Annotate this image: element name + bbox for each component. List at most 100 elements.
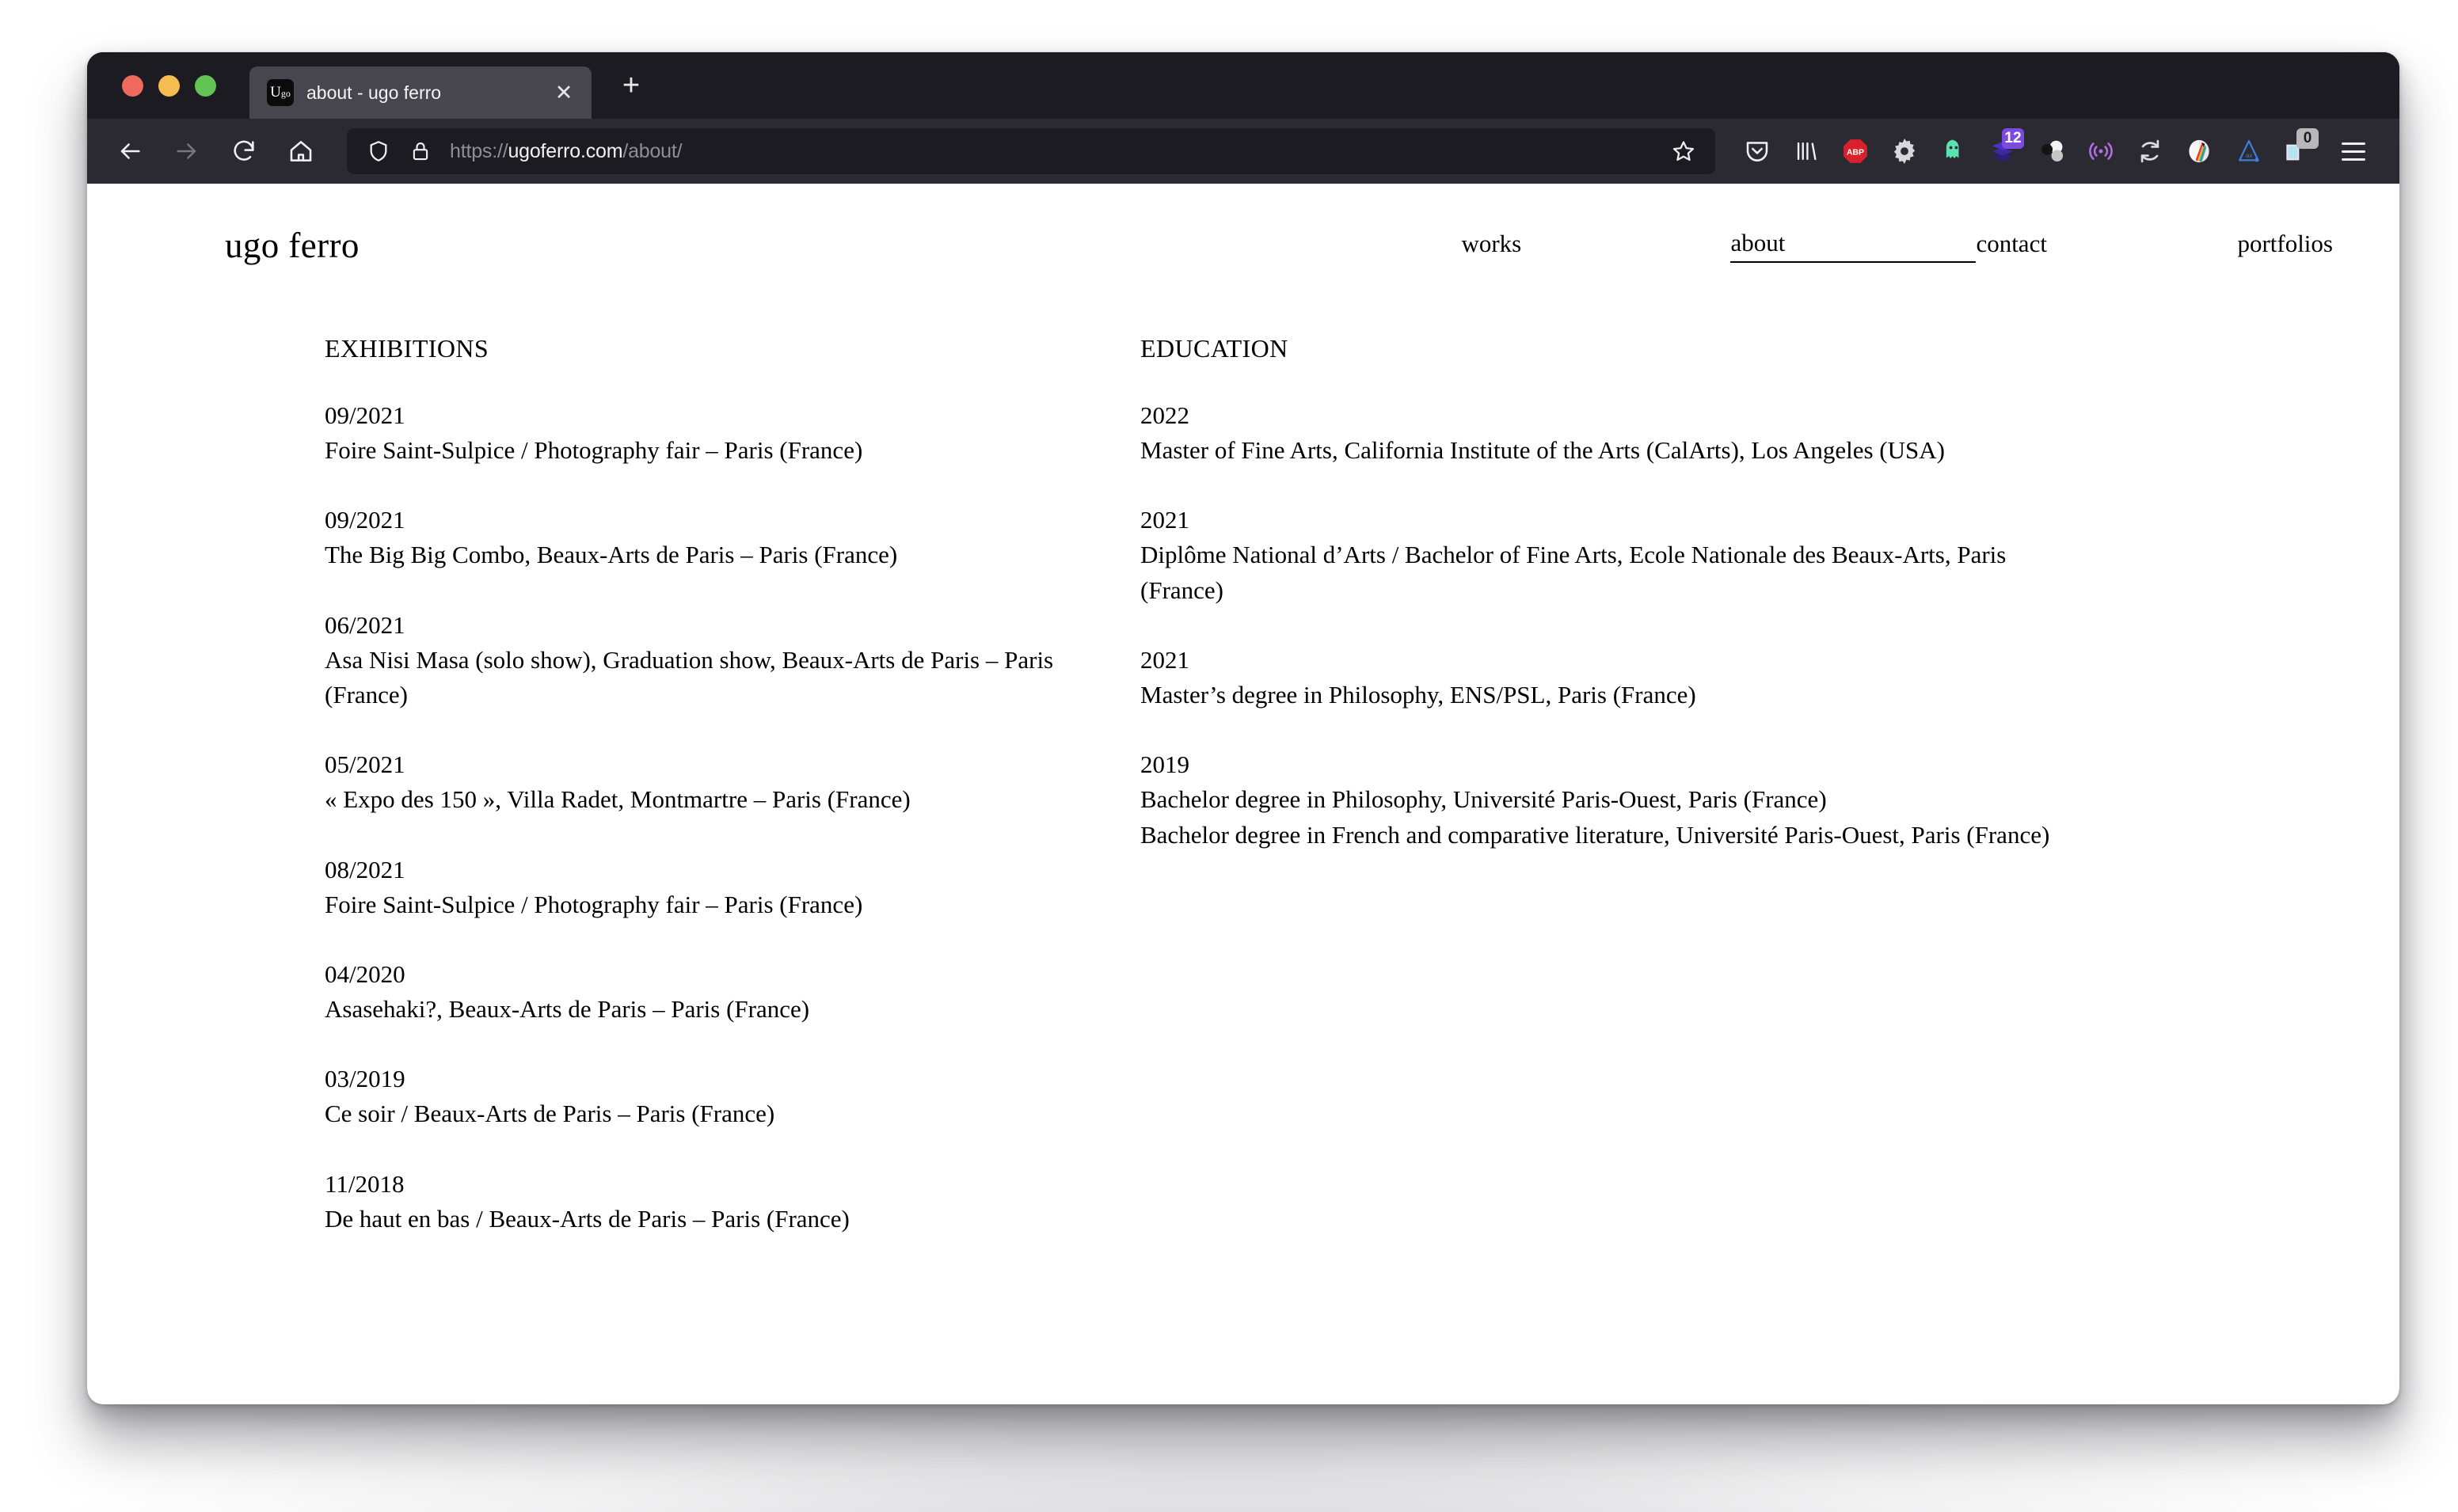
browser-window: Ugo about - ugo ferro ✕ + https://ugofer… <box>87 52 2399 1404</box>
entry-date: 03/2019 <box>325 1065 405 1093</box>
home-button[interactable] <box>279 129 323 173</box>
site-header: ugo ferro works about contact portfolios <box>87 184 2399 266</box>
entry-date: 2021 <box>1140 506 1189 534</box>
layers-icon[interactable]: 12 <box>1978 127 2027 176</box>
list-item: 05/2021 « Expo des 150 », Villa Radet, Mo… <box>325 747 1140 817</box>
entry-description: Master of Fine Arts, California Institut… <box>1140 433 2067 468</box>
education-heading: EDUCATION <box>1140 334 1288 363</box>
list-item: 2022 Master of Fine Arts, California Inst… <box>1140 398 2170 468</box>
library-icon[interactable] <box>1782 127 1831 176</box>
page-viewport: ugo ferro works about contact portfolios… <box>87 184 2399 1404</box>
nav-link-works[interactable]: works <box>1461 230 1730 262</box>
entry-date: 2021 <box>1140 646 1189 674</box>
list-item: 04/2020 Asasehaki?, Beaux-Arts de Paris –… <box>325 957 1140 1027</box>
color-wheel-icon[interactable] <box>2175 127 2224 176</box>
entry-description-line: Asasehaki?, Beaux-Arts de Paris – Paris … <box>325 995 810 1024</box>
list-item: 2019 Bachelor degree in Philosophy, Unive… <box>1140 747 2170 853</box>
entry-description-line: Bachelor degree in Philosophy, Universit… <box>1140 785 1827 814</box>
maximize-window-button[interactable] <box>195 74 216 97</box>
tab-strip: Ugo about - ugo ferro ✕ + <box>87 52 2399 119</box>
education-column: EDUCATION 2022 Master of Fine Arts, Calif… <box>1140 334 2170 1271</box>
shield-icon[interactable] <box>366 139 391 164</box>
list-item: 09/2021 The Big Big Combo, Beaux-Arts de … <box>325 503 1140 572</box>
education-list: 2022 Master of Fine Arts, California Inst… <box>1140 398 2170 853</box>
entry-description-line: Foire Saint-Sulpice / Photography fair –… <box>325 436 863 465</box>
entry-date: 09/2021 <box>325 401 405 429</box>
entry-description: De haut en bas / Beaux-Arts de Paris – P… <box>325 1202 1140 1237</box>
close-window-button[interactable] <box>122 74 143 97</box>
site-logo[interactable]: ugo ferro <box>138 225 360 266</box>
list-item: 08/2021 Foire Saint-Sulpice / Photography… <box>325 853 1140 922</box>
entry-date: 04/2020 <box>325 960 405 989</box>
sync-arrows-icon[interactable] <box>2125 127 2175 176</box>
entry-description: The Big Big Combo, Beaux-Arts de Paris –… <box>325 538 1140 572</box>
entry-description-line: « Expo des 150 », Villa Radet, Montmartr… <box>325 785 911 814</box>
list-item: 09/2021 Foire Saint-Sulpice / Photography… <box>325 398 1140 468</box>
back-button[interactable] <box>108 129 152 173</box>
url-host: ugoferro.com <box>508 139 623 162</box>
browser-tab-about[interactable]: Ugo about - ugo ferro ✕ <box>249 66 592 119</box>
layers-badge-count: 12 <box>2002 128 2024 149</box>
entry-description-line: Ce soir / Beaux-Arts de Paris – Paris (F… <box>325 1100 775 1128</box>
entry-description-line: The Big Big Combo, Beaux-Arts de Paris –… <box>325 541 898 569</box>
pocket-icon[interactable] <box>1733 127 1782 176</box>
entry-date: 05/2021 <box>325 750 405 779</box>
list-item: 11/2018 De haut en bas / Beaux-Arts de Pa… <box>325 1167 1140 1237</box>
entry-description-line: Master’s degree in Philosophy, ENS/PSL, … <box>1140 681 1696 709</box>
list-item: 2021 Master’s degree in Philosophy, ENS/P… <box>1140 643 2170 712</box>
exhibitions-heading: EXHIBITIONS <box>325 334 489 363</box>
list-item: 2021 Diplôme National d’Arts / Bachelor o… <box>1140 503 2170 608</box>
entry-description: Asasehaki?, Beaux-Arts de Paris – Paris … <box>325 992 1140 1027</box>
extensions-area: ABP 12 ax 0 <box>1733 127 2376 176</box>
hamburger-bar <box>2342 158 2365 161</box>
nav-link-contact[interactable]: contact <box>1976 230 2237 262</box>
minimize-window-button[interactable] <box>158 74 180 97</box>
entry-description: Bachelor degree in Philosophy, Universit… <box>1140 782 2067 853</box>
forward-button[interactable] <box>165 129 209 173</box>
entry-date: 2022 <box>1140 401 1189 429</box>
hamburger-menu-icon[interactable] <box>2331 129 2376 173</box>
url-scheme: https:// <box>450 139 508 162</box>
signal-waves-icon[interactable] <box>2076 127 2125 176</box>
exhibitions-list: 09/2021 Foire Saint-Sulpice / Photography… <box>325 398 1140 1237</box>
ax-triangle-icon[interactable]: ax <box>2224 127 2273 176</box>
favicon-letter-u: U <box>270 84 281 101</box>
desktop-background: Ugo about - ugo ferro ✕ + https://ugofer… <box>0 0 2458 1512</box>
site-favicon-icon: Ugo <box>267 79 294 106</box>
hamburger-bar <box>2342 150 2365 153</box>
entry-date: 11/2018 <box>325 1169 405 1198</box>
entry-description-line: Foire Saint-Sulpice / Photography fair –… <box>325 890 863 918</box>
padlock-icon[interactable] <box>409 139 432 163</box>
svg-text:ABP: ABP <box>1847 149 1864 158</box>
entry-description-line: Diplôme National d’Arts / Bachelor of Fi… <box>1140 541 2007 604</box>
exhibitions-column: EXHIBITIONS 09/2021 Foire Saint-Sulpice /… <box>87 334 1140 1271</box>
entry-description: « Expo des 150 », Villa Radet, Montmartr… <box>325 782 1140 817</box>
entry-date: 09/2021 <box>325 506 405 534</box>
ghost-icon[interactable] <box>1929 127 1978 176</box>
svg-text:ax: ax <box>2246 152 2253 159</box>
list-item: 06/2021 Asa Nisi Masa (solo show), Gradua… <box>325 608 1140 713</box>
notes-icon[interactable]: 0 <box>2273 127 2322 176</box>
reload-button[interactable] <box>222 129 266 173</box>
window-traffic-lights <box>106 74 249 97</box>
new-tab-button[interactable]: + <box>615 70 647 101</box>
nav-link-about[interactable]: about <box>1730 229 1977 263</box>
notes-badge-count: 0 <box>2296 128 2319 149</box>
hamburger-bar <box>2342 142 2365 145</box>
url-bar[interactable]: https://ugoferro.com/about/ <box>347 128 1715 174</box>
entry-description: Diplôme National d’Arts / Bachelor of Fi… <box>1140 538 2067 608</box>
nav-link-portfolios[interactable]: portfolios <box>2237 230 2333 262</box>
browser-toolbar: https://ugoferro.com/about/ ABP 12 ax 0 <box>87 119 2399 184</box>
adblock-plus-icon[interactable]: ABP <box>1831 127 1880 176</box>
bookmark-star-icon[interactable] <box>1661 129 1706 173</box>
entry-description: Ce soir / Beaux-Arts de Paris – Paris (F… <box>325 1096 1140 1131</box>
entry-description-line: Master of Fine Arts, California Institut… <box>1140 436 1945 465</box>
site-navigation: works about contact portfolios <box>1461 229 2333 263</box>
close-tab-icon[interactable]: ✕ <box>550 82 577 104</box>
list-item: 03/2019 Ce soir / Beaux-Arts de Paris – P… <box>325 1062 1140 1131</box>
tab-title: about - ugo ferro <box>306 82 442 103</box>
gear-icon[interactable] <box>1880 127 1929 176</box>
molecule-icon[interactable] <box>2027 127 2076 176</box>
url-text[interactable]: https://ugoferro.com/about/ <box>450 140 1661 163</box>
entry-date: 06/2021 <box>325 610 405 639</box>
